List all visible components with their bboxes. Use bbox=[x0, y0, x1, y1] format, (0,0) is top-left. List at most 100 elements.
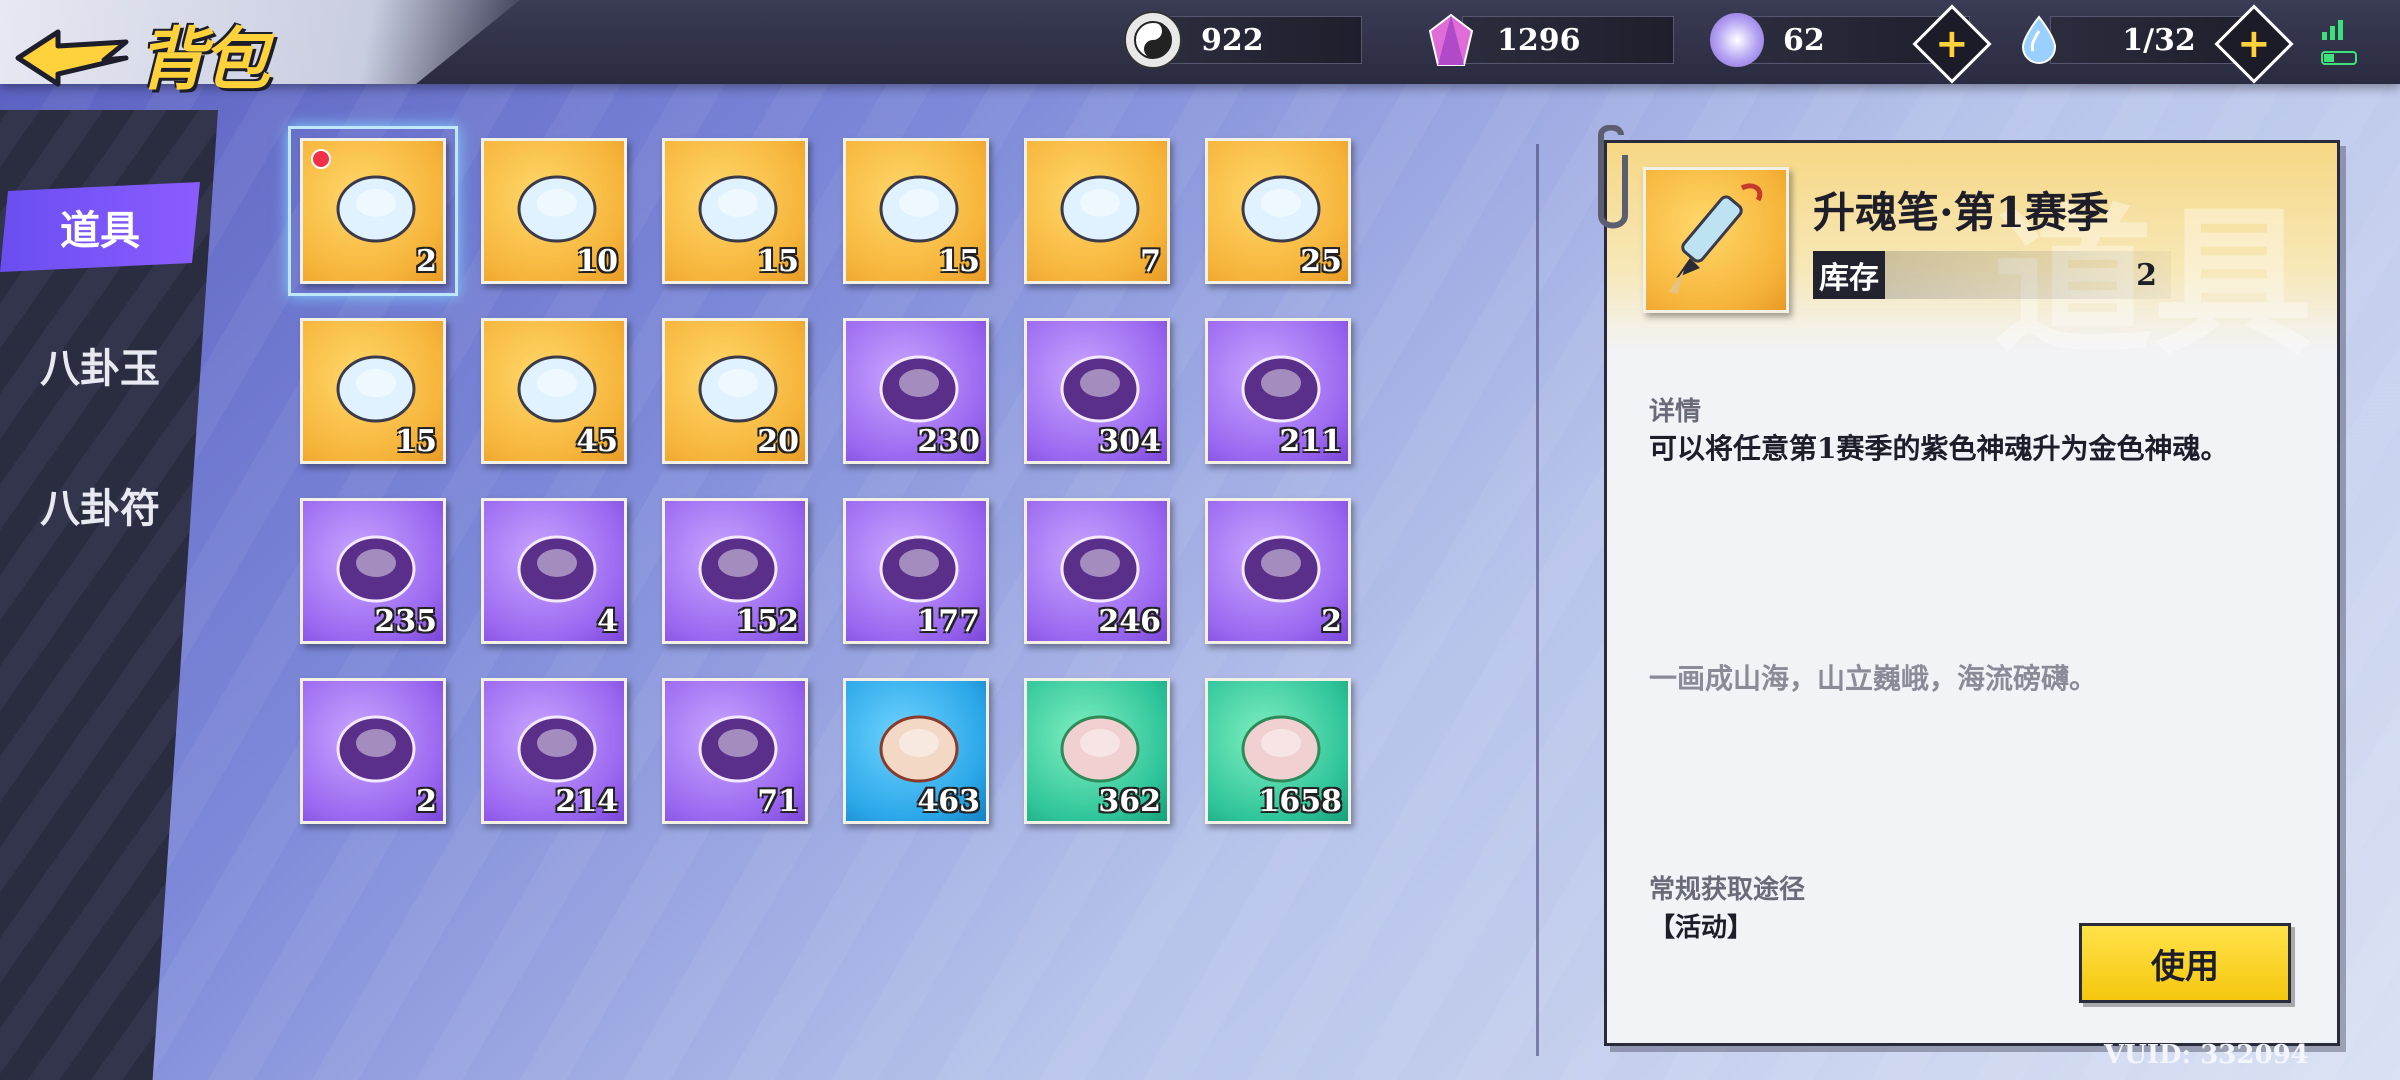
item-slot[interactable]: 246 bbox=[1024, 498, 1170, 644]
yin-yang-icon bbox=[1124, 11, 1182, 69]
item-count: 20 bbox=[757, 424, 799, 459]
item-slot[interactable]: 2 bbox=[1205, 498, 1351, 644]
item-slot[interactable]: 152 bbox=[662, 498, 808, 644]
source-label: 常规获取途径 bbox=[1649, 875, 1806, 905]
top-bar: 背包 922 1296 62 + 1/32 + bbox=[0, 0, 2400, 100]
stone-horseshoe-icon bbox=[856, 507, 982, 617]
item-slot[interactable]: 230 bbox=[843, 318, 989, 464]
tab-items[interactable]: 道具 bbox=[0, 182, 200, 272]
back-button[interactable] bbox=[14, 28, 134, 88]
item-slot[interactable]: 15 bbox=[662, 138, 808, 284]
item-slot[interactable]: 362 bbox=[1024, 678, 1170, 824]
paperclip-icon bbox=[1581, 124, 1641, 239]
item-count: 235 bbox=[374, 604, 437, 639]
moss-rock-icon bbox=[675, 687, 801, 797]
shell-fragment-icon bbox=[856, 687, 982, 797]
spirit-orb-icon bbox=[1710, 13, 1764, 67]
item-count: 214 bbox=[555, 784, 618, 819]
item-count: 211 bbox=[1279, 424, 1342, 459]
item-count: 25 bbox=[1300, 244, 1342, 279]
item-slot[interactable]: 2 bbox=[300, 678, 446, 824]
brush-icon bbox=[313, 147, 439, 257]
resource-yin-yang: 922 bbox=[1124, 11, 1362, 69]
item-count: 15 bbox=[757, 244, 799, 279]
ice-crystal-icon bbox=[313, 507, 439, 617]
page-title: 背包 bbox=[138, 20, 270, 100]
item-slot[interactable]: 214 bbox=[481, 678, 627, 824]
ink-pot-gold-icon bbox=[675, 147, 801, 257]
item-slot[interactable]: 463 bbox=[843, 678, 989, 824]
item-grid: 2 10 15 15 7 25 15 45 20 230 304 211 235 4 152 177 246 2 2… bbox=[300, 138, 1360, 838]
item-count: 230 bbox=[917, 424, 980, 459]
new-badge bbox=[311, 149, 331, 169]
crystal-icon bbox=[1424, 13, 1478, 67]
tab-bagua-talisman[interactable]: 八卦符 bbox=[0, 460, 200, 550]
tab-bagua-jade[interactable]: 八卦玉 bbox=[0, 320, 200, 410]
log-icon bbox=[1218, 507, 1344, 617]
item-slot[interactable]: 45 bbox=[481, 318, 627, 464]
detail-item-icon bbox=[1643, 167, 1789, 313]
item-slot[interactable]: 7 bbox=[1024, 138, 1170, 284]
ink-pot-cyan-icon bbox=[494, 327, 620, 437]
item-slot[interactable]: 71 bbox=[662, 678, 808, 824]
item-slot[interactable]: 10 bbox=[481, 138, 627, 284]
divider bbox=[1536, 144, 1539, 1056]
item-count: 304 bbox=[1098, 424, 1161, 459]
item-name: 升魂笔·第1赛季 bbox=[1813, 188, 2109, 237]
dark-crystal-icon bbox=[856, 327, 982, 437]
ink-pot-red-icon bbox=[1037, 147, 1163, 257]
resource-value: 1296 bbox=[1462, 16, 1674, 64]
ink-pot-gray-icon bbox=[494, 147, 620, 257]
item-slot[interactable]: 4 bbox=[481, 498, 627, 644]
plus-icon: + bbox=[1935, 20, 1969, 67]
feather-icon bbox=[1037, 327, 1163, 437]
resource-crystal: 1296 bbox=[1424, 13, 1674, 67]
flavor-text: 一画成山海，山立巍峨，海流磅礴。 bbox=[1649, 662, 2098, 695]
water-drop-icon bbox=[2012, 13, 2066, 67]
item-slot[interactable]: 1658 bbox=[1205, 678, 1351, 824]
item-slot[interactable]: 20 bbox=[662, 318, 808, 464]
fang-necklace-icon bbox=[1037, 507, 1163, 617]
item-slot[interactable]: 25 bbox=[1205, 138, 1351, 284]
item-count: 177 bbox=[917, 604, 980, 639]
item-count: 15 bbox=[395, 424, 437, 459]
seed-icon bbox=[494, 507, 620, 617]
item-count: 246 bbox=[1098, 604, 1161, 639]
stock-label: 库存 bbox=[1813, 251, 1885, 299]
item-slot[interactable]: 235 bbox=[300, 498, 446, 644]
item-slot[interactable]: 304 bbox=[1024, 318, 1170, 464]
item-count: 15 bbox=[938, 244, 980, 279]
vuid-label: VUID: 332094 bbox=[2104, 1040, 2309, 1070]
item-slot[interactable]: 211 bbox=[1205, 318, 1351, 464]
item-slot[interactable]: 177 bbox=[843, 498, 989, 644]
item-count: 45 bbox=[576, 424, 618, 459]
item-count: 2 bbox=[1321, 604, 1342, 639]
item-count: 10 bbox=[576, 244, 618, 279]
item-slot[interactable]: 15 bbox=[843, 138, 989, 284]
antler-icon bbox=[1218, 327, 1344, 437]
use-button[interactable]: 使用 bbox=[2079, 923, 2291, 1003]
signal-icon bbox=[2320, 16, 2360, 74]
item-count: 2 bbox=[416, 244, 437, 279]
item-count: 71 bbox=[757, 784, 799, 819]
ink-pot-purple-icon bbox=[675, 327, 801, 437]
item-count: 2 bbox=[416, 784, 437, 819]
plus-icon: + bbox=[2237, 20, 2271, 67]
item-count: 463 bbox=[917, 784, 980, 819]
item-slot[interactable]: 2 bbox=[300, 138, 446, 284]
details-label: 详情 bbox=[1649, 397, 1702, 427]
item-count: 4 bbox=[597, 604, 618, 639]
horn-shard-icon bbox=[1037, 687, 1163, 797]
emerald-shards-icon bbox=[1218, 687, 1344, 797]
item-slot[interactable]: 15 bbox=[300, 318, 446, 464]
resource-value: 922 bbox=[1166, 16, 1362, 64]
jade-disc-icon bbox=[675, 507, 801, 617]
item-description: 可以将任意第1赛季的紫色神魂升为金色神魂。 bbox=[1649, 432, 2229, 465]
item-count: 362 bbox=[1098, 784, 1161, 819]
ink-pot-blue-icon bbox=[1218, 147, 1344, 257]
item-count: 7 bbox=[1140, 244, 1161, 279]
item-count: 152 bbox=[736, 604, 799, 639]
record-icon bbox=[313, 687, 439, 797]
item-detail-panel: 道具 升魂笔·第1赛季 库存 2 详情 可以将任意第1赛季的紫色神魂升为金色神魂… bbox=[1598, 124, 2340, 1046]
ink-pot-green-icon bbox=[856, 147, 982, 257]
